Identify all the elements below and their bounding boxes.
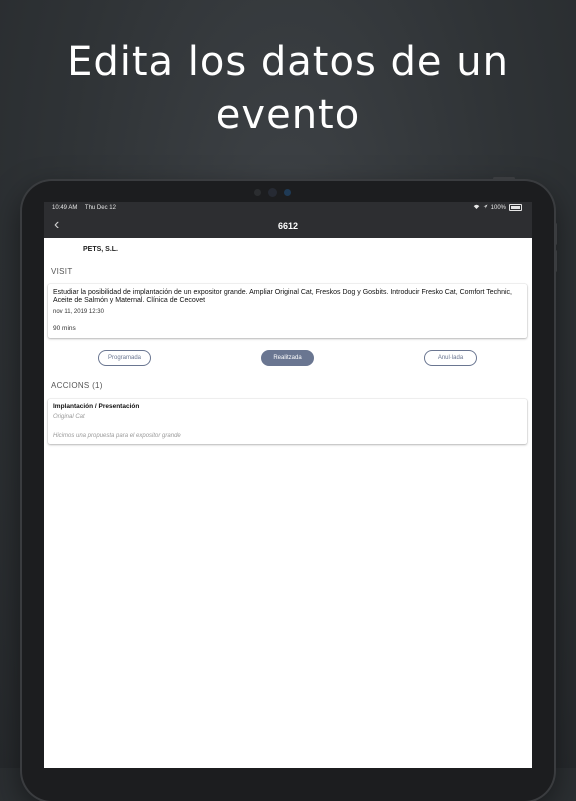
- status-anullada-button[interactable]: Anul·lada: [424, 350, 477, 366]
- location-icon: [483, 204, 488, 211]
- volume-up-button: [554, 223, 557, 245]
- accion-title: Implantación / Presentación: [53, 403, 140, 410]
- promo-headline-line1: Edita los datos de un: [67, 39, 509, 85]
- app-screen: 10:49 AM Thu Dec 12 100% ‹ 6612 PETS, S.…: [44, 202, 532, 768]
- navigation-bar: ‹ 6612: [44, 213, 532, 238]
- nav-title: 6612: [277, 220, 299, 231]
- wifi-icon: [473, 204, 480, 211]
- visit-duration: 90 mins: [53, 325, 76, 332]
- status-bar: 10:49 AM Thu Dec 12 100%: [44, 202, 532, 213]
- status-programada-button[interactable]: Programada: [98, 350, 151, 366]
- battery-percent: 100%: [490, 204, 506, 211]
- accion-note: Hicimos una propuesta para el expositor …: [53, 433, 181, 439]
- status-realitzada-button[interactable]: Realitzada: [261, 350, 314, 366]
- accion-item[interactable]: Implantación / Presentación Original Cat…: [48, 399, 527, 444]
- company-name: PETS, S.L.: [83, 246, 119, 253]
- status-time: 10:49 AM: [52, 204, 78, 211]
- visit-section-label: VISIT: [51, 267, 73, 276]
- promo-headline-line2: evento: [215, 92, 361, 138]
- visit-date: nov 11, 2019 12:30: [53, 309, 104, 315]
- visit-card[interactable]: Estudiar la posibilidad de implantación …: [48, 284, 527, 338]
- visit-description: Estudiar la posibilidad de implantación …: [53, 289, 512, 304]
- battery-icon: [509, 204, 522, 211]
- sensor-dot: [284, 189, 291, 196]
- status-date: Thu Dec 12: [84, 204, 116, 211]
- accion-product: Original Cat: [53, 414, 85, 420]
- sensor-dot: [254, 189, 261, 196]
- top-button: [493, 177, 515, 180]
- accions-section-label: ACCIONS (1): [51, 381, 103, 390]
- front-camera-icon: [268, 188, 277, 197]
- status-selector: Programada Realitzada Anul·lada: [44, 350, 532, 368]
- promo-headline: Edita los datos de un evento: [0, 36, 576, 142]
- volume-down-button: [554, 250, 557, 272]
- chevron-left-icon[interactable]: ‹: [54, 217, 59, 233]
